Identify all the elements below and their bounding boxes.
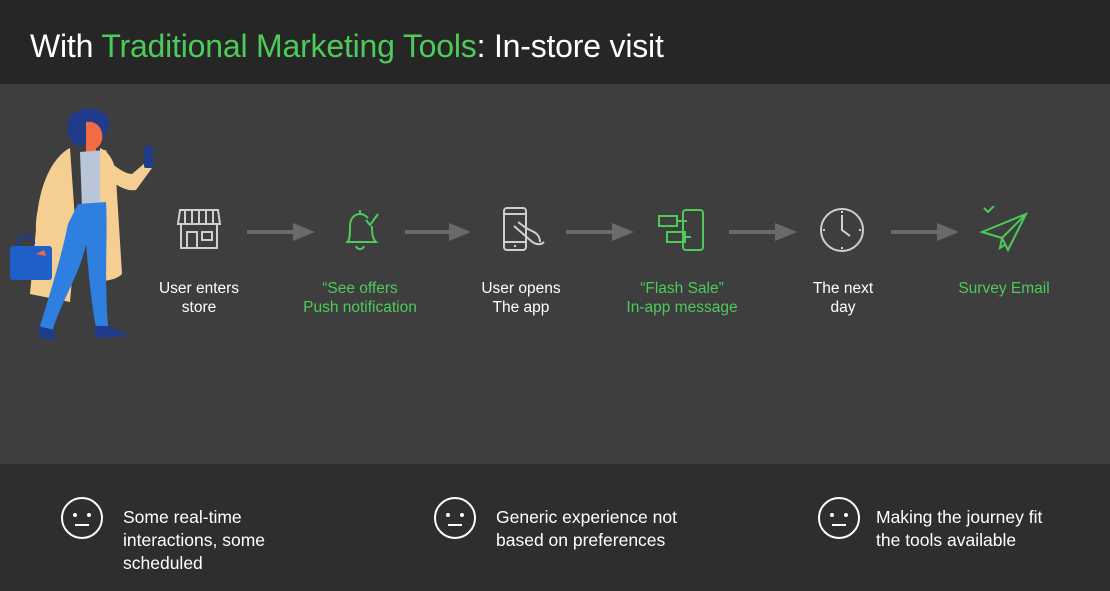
paper-plane-icon (980, 206, 1029, 253)
arrow-2 (405, 223, 471, 241)
neutral-face-icon (61, 497, 103, 539)
neutral-face-icon (434, 497, 476, 539)
clock-icon (820, 208, 864, 252)
title-accent: Traditional Marketing Tools (101, 28, 477, 64)
arrow-5 (891, 223, 959, 241)
step-label-enter-store: User enters store (158, 280, 240, 316)
step-label-open-app: User opens The app (481, 280, 561, 316)
header-bar: With Traditional Marketing Tools: In-sto… (0, 0, 1110, 84)
step-label-in-app-message: “Flash Sale” In-app message (626, 280, 738, 316)
app-message-icon (658, 209, 704, 251)
title-prefix: With (30, 28, 102, 64)
title-suffix: : In-store visit (476, 28, 664, 64)
bell-check-icon (346, 210, 379, 250)
neutral-face-icon (818, 497, 860, 539)
page-title: With Traditional Marketing Tools: In-sto… (30, 27, 664, 65)
footer-text-realtime: Some real-time interactions, some schedu… (123, 507, 266, 573)
step-label-survey-email: Survey Email (958, 280, 1050, 297)
arrow-4 (729, 223, 797, 241)
arrow-3 (566, 223, 634, 241)
step-label-next-day: The next day (812, 280, 874, 316)
footer-text-generic: Generic experience not based on preferen… (496, 507, 677, 550)
step-label-push-notification: “See offers Push notification (303, 280, 417, 316)
store-icon (176, 209, 222, 249)
phone-tap-icon (503, 207, 545, 251)
footer-text-journey-fit: Making the journey fit the tools availab… (876, 507, 1043, 550)
arrow-1 (247, 223, 315, 241)
